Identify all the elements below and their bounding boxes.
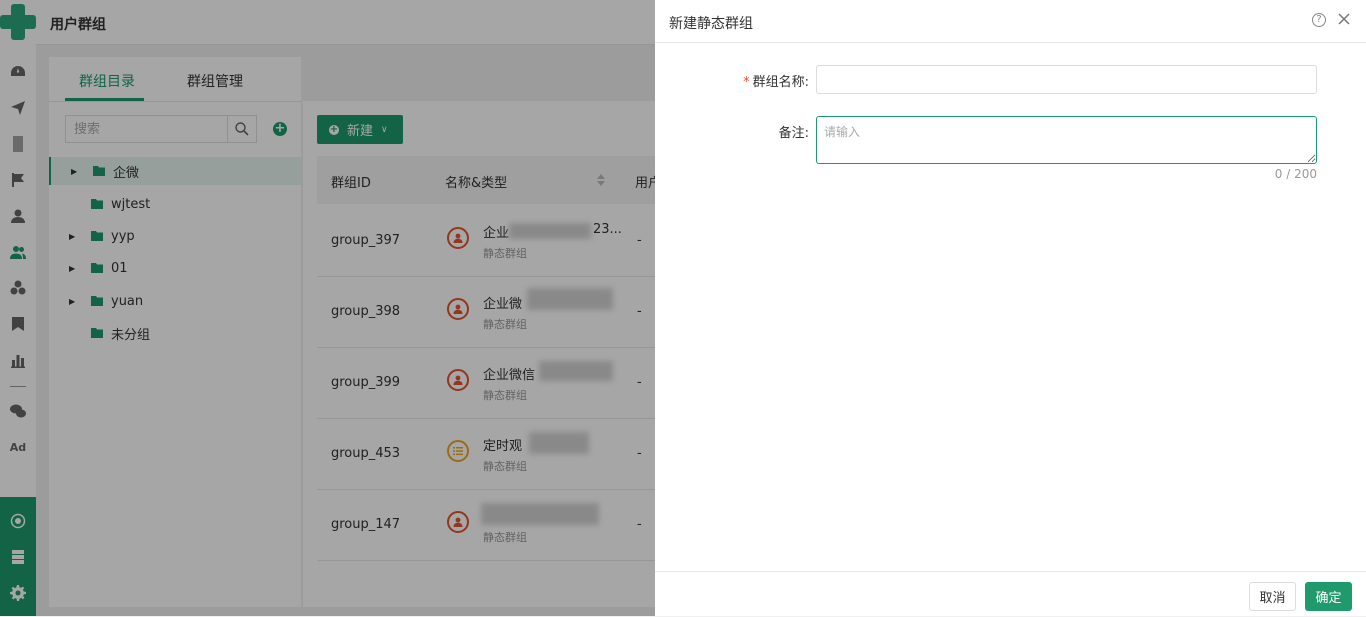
remark-textarea[interactable]: [816, 116, 1317, 164]
close-icon[interactable]: [1336, 11, 1352, 27]
group-name-label: * 群组名称:: [743, 75, 809, 90]
drawer-header: 新建静态群组 ?: [655, 0, 1366, 43]
cancel-button[interactable]: 取消: [1249, 582, 1296, 611]
create-static-group-drawer: 新建静态群组 ? *群组名称: 备注: 0 / 200 取消 确定: [655, 0, 1366, 616]
help-icon[interactable]: ?: [1312, 13, 1326, 27]
required-marker: *: [743, 75, 750, 90]
group-name-input[interactable]: [816, 65, 1317, 94]
remark-label: 备注:: [778, 126, 809, 141]
modal-overlay[interactable]: [0, 0, 655, 616]
char-counter: 0 / 200: [1274, 167, 1317, 181]
confirm-button[interactable]: 确定: [1305, 582, 1352, 611]
drawer-footer: 取消 确定: [655, 571, 1366, 617]
drawer-title: 新建静态群组: [669, 16, 753, 32]
